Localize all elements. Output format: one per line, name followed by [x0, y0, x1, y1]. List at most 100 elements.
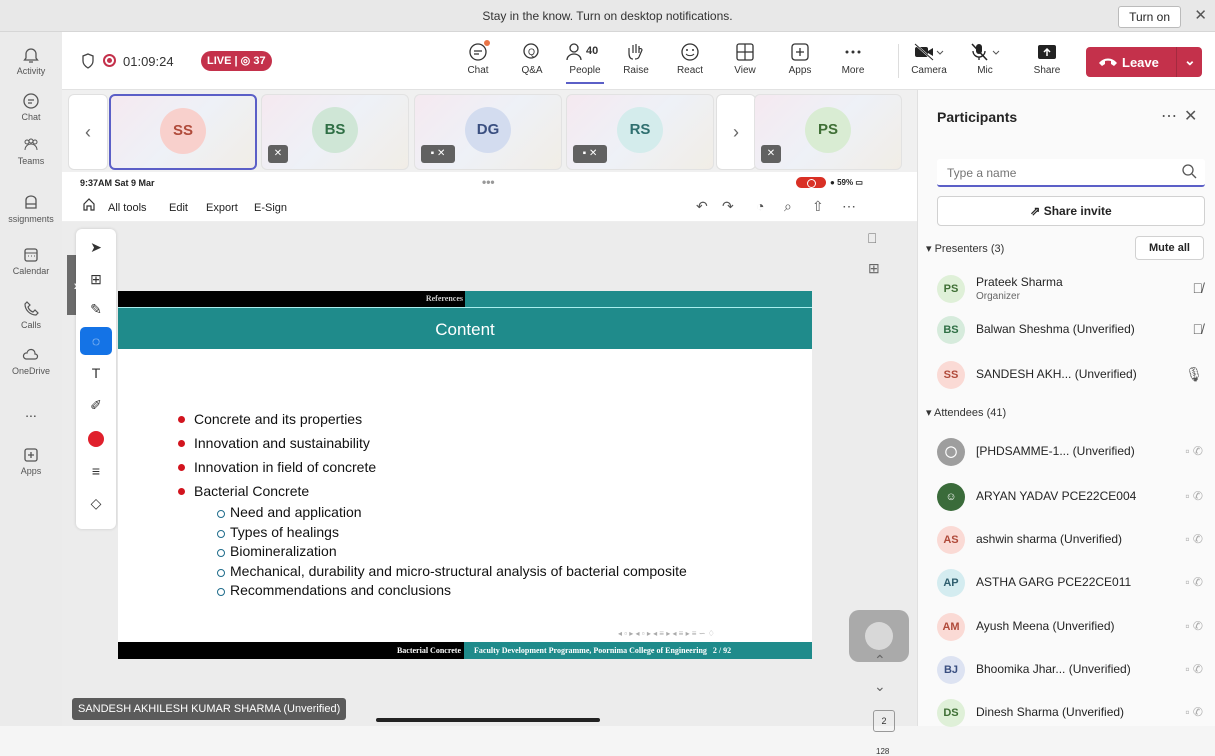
close-icon[interactable]: ✕ — [1184, 106, 1197, 126]
edit-tab[interactable]: Edit — [169, 202, 188, 214]
share-screen-icon — [1038, 45, 1056, 59]
rail-item-chat[interactable]: Chat — [0, 92, 62, 122]
hang-up-icon — [1099, 58, 1117, 66]
page-number-box[interactable]: 2 — [873, 710, 895, 732]
reading-mode-icon[interactable]: ◔ — [756, 198, 764, 214]
chevron-right-icon: › — [733, 122, 739, 142]
qa-button[interactable]: Q Q&A — [510, 42, 554, 76]
mic-button[interactable]: Mic — [962, 42, 1008, 76]
lasso-tool-icon[interactable]: ◌ — [80, 327, 112, 355]
comment-tool-icon[interactable]: ⊞ — [80, 265, 112, 293]
shield-icon[interactable] — [81, 53, 95, 69]
tile-avatar: BS — [312, 107, 358, 153]
undo-icon[interactable]: ↶ — [696, 198, 708, 215]
participant-row[interactable]: ☺ ARYAN YADAV PCE22CE004 ▫ ✆ — [937, 480, 1207, 514]
participant-row[interactable]: PS Prateek Sharma Organizer 🎙̸ — [937, 272, 1207, 306]
camera-button[interactable]: Camera — [904, 42, 954, 76]
shared-screen: 9:37AM Sat 9 Mar ••• ● 59% ▭ All tools E… — [62, 172, 917, 756]
search-icon[interactable]: ⌕ — [784, 198, 792, 215]
chevron-up-icon[interactable]: ⌃ — [874, 652, 886, 669]
leave-button[interactable]: Leave ⌄ — [1086, 47, 1202, 77]
export-tab[interactable]: Export — [206, 202, 238, 214]
participant-row[interactable]: AM Ayush Meena (Unverified) ▫ ✆ — [937, 610, 1207, 644]
rail-label: Activity — [16, 66, 46, 76]
more-icon[interactable]: ⋯ — [842, 198, 856, 215]
raise-hand-button[interactable]: Raise — [614, 42, 658, 76]
select-tool-icon[interactable]: ➤ — [80, 233, 112, 261]
participant-row[interactable]: BS Balwan Sheshma (Unverified) 🎙̸ — [937, 313, 1207, 347]
participant-tile[interactable]: PS ✕ — [754, 94, 902, 170]
participant-row[interactable]: BJ Bhoomika Jhar... (Unverified) ▫ ✆ — [937, 653, 1207, 687]
text-tool-icon[interactable]: T — [80, 359, 112, 387]
participant-tile[interactable]: SS — [109, 94, 257, 170]
slide-bullet-list: Concrete and its properties Innovation a… — [178, 407, 687, 601]
close-notification-icon[interactable]: ✕ — [1194, 6, 1207, 24]
search-input[interactable] — [947, 164, 1167, 182]
pen-tool-icon[interactable]: ✎ — [80, 295, 112, 323]
thumbnails-grid-icon[interactable]: ⊞ — [868, 260, 880, 277]
home-icon[interactable] — [82, 197, 96, 214]
sub-bullet-item: Mechanical, durability and micro-structu… — [178, 562, 687, 582]
rail-label: OneDrive — [11, 366, 50, 376]
eraser-tool-icon[interactable]: ◇ — [80, 489, 112, 517]
participant-row[interactable]: SS SANDESH AKH... (Unverified) 🎙 — [937, 358, 1207, 392]
rail-item-assignments[interactable]: ssignments — [0, 194, 62, 224]
color-picker-icon[interactable] — [80, 425, 112, 453]
react-button[interactable]: React — [668, 42, 712, 76]
view-button[interactable]: View — [723, 42, 767, 76]
rail-item-calls[interactable]: Calls — [0, 300, 62, 330]
participant-tile[interactable]: RS ▪ ✕ — [566, 94, 714, 170]
more-options-icon[interactable]: ⋯ — [1161, 106, 1177, 126]
presenters-section-header[interactable]: ▾ Presenters (3) — [926, 242, 1004, 255]
participant-row[interactable]: AP ASTHA GARG PCE22CE011 ▫ ✆ — [937, 566, 1207, 600]
bookmark-icon[interactable]: ⎕ — [868, 230, 876, 247]
presenters-label: Presenters (3) — [934, 243, 1005, 255]
participant-row[interactable]: ◯ [PHDSAMME-1... (Unverified) ▫ ✆ — [937, 435, 1207, 469]
notification-bar: Stay in the know. Turn on desktop notifi… — [0, 0, 1215, 32]
search-field[interactable] — [937, 159, 1205, 187]
react-label: React — [676, 65, 704, 76]
chevron-down-icon[interactable]: ⌄ — [874, 678, 886, 695]
participant-tile[interactable]: BS ✕ — [261, 94, 409, 170]
attendees-section-header[interactable]: ▾ Attendees (41) — [926, 406, 1006, 419]
people-button[interactable]: 40 People — [560, 42, 610, 84]
line-weight-icon[interactable]: ≡ — [80, 457, 112, 485]
strip-next-button[interactable]: › — [716, 94, 756, 170]
rail-label: Calls — [20, 320, 41, 330]
battery-level: ● 59% ▭ — [830, 178, 863, 187]
highlighter-tool-icon[interactable]: ✐ — [80, 391, 112, 419]
participant-name: Ayush Meena (Unverified) — [976, 619, 1115, 633]
all-tools-tab[interactable]: All tools — [108, 202, 147, 214]
participant-row[interactable]: DS Dinesh Sharma (Unverified) ▫ ✆ — [937, 696, 1207, 730]
more-button[interactable]: More — [831, 42, 875, 76]
rail-label: Apps — [20, 466, 42, 476]
qa-label: Q&A — [521, 65, 543, 76]
esign-tab[interactable]: E-Sign — [254, 202, 287, 214]
avatar: SS — [937, 361, 965, 389]
share-icon[interactable]: ⇧ — [812, 198, 824, 215]
rail-item-apps[interactable]: Apps — [0, 446, 62, 476]
beamer-nav-symbols: ◂ ▫ ▸ ◂ ▫ ▸ ◂ ≡ ▸ ◂ ≡ ▸ ≡ ∽ ♢ — [618, 629, 715, 638]
calendar-icon — [24, 248, 38, 262]
participant-name: ASTHA GARG PCE22CE011 — [976, 575, 1132, 589]
share-invite-button[interactable]: ⇗ Share invite — [937, 196, 1205, 226]
redo-icon[interactable]: ↷ — [722, 198, 734, 215]
mute-all-button[interactable]: Mute all — [1135, 236, 1204, 260]
camera-off-icon — [914, 43, 944, 61]
default-avatar-icon: ◯ — [937, 438, 965, 466]
share-button[interactable]: Share — [1025, 42, 1069, 76]
chevron-down-icon[interactable]: ⌄ — [1184, 52, 1196, 69]
red-color-swatch — [88, 431, 104, 447]
rail-item-calendar[interactable]: Calendar — [0, 246, 62, 276]
chat-button[interactable]: Chat — [456, 40, 500, 76]
turn-on-button[interactable]: Turn on — [1118, 6, 1181, 28]
rail-item-teams[interactable]: Teams — [0, 136, 62, 166]
more-apps-icon[interactable]: ... — [0, 404, 62, 420]
rail-item-onedrive[interactable]: OneDrive — [0, 346, 62, 376]
strip-prev-button[interactable]: ‹ — [68, 94, 108, 170]
battery-icon: ▭ — [855, 178, 863, 187]
apps-button[interactable]: Apps — [778, 42, 822, 76]
participant-tile[interactable]: DG ▪ ✕ — [414, 94, 562, 170]
participant-row[interactable]: AS ashwin sharma (Unverified) ▫ ✆ — [937, 523, 1207, 557]
rail-item-activity[interactable]: Activity — [0, 46, 62, 76]
